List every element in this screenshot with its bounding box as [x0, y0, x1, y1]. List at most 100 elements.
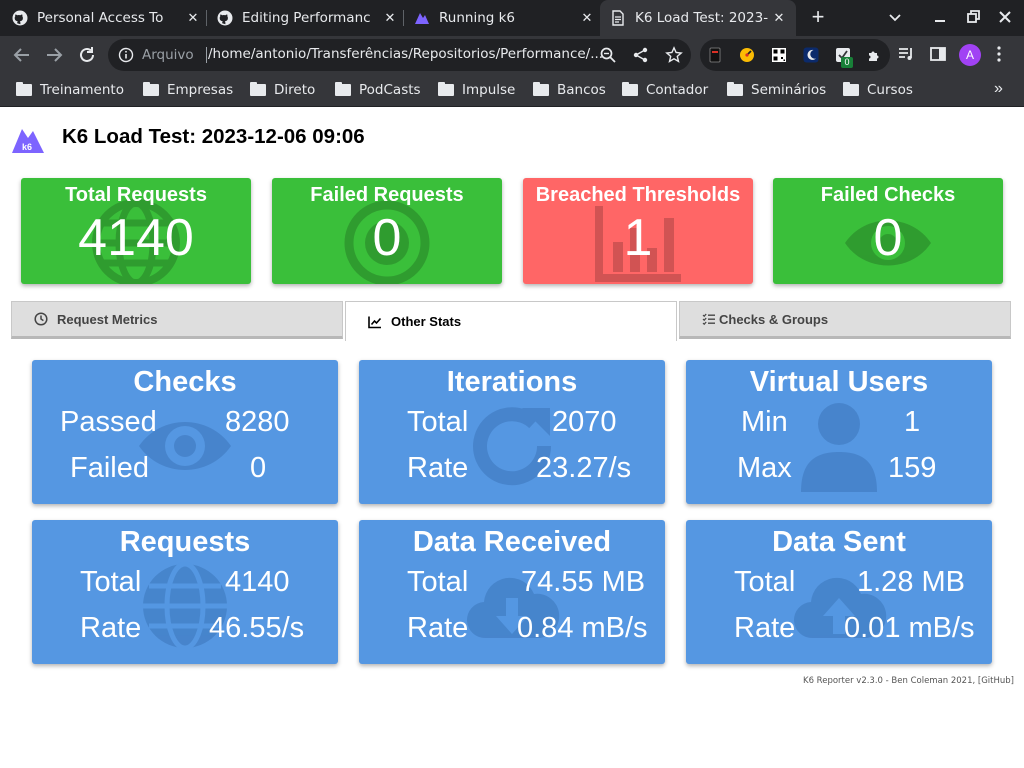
- pdf-extension-icon[interactable]: [707, 47, 723, 63]
- bookmark-folder[interactable]: Treinamento: [16, 81, 124, 99]
- share-icon[interactable]: [632, 46, 650, 64]
- media-queue-icon[interactable]: [897, 45, 915, 63]
- row-label: Total: [734, 566, 796, 598]
- bookmarks-overflow-icon[interactable]: »: [994, 80, 1003, 98]
- bookmark-folder[interactable]: Bancos: [533, 81, 606, 99]
- tab-title: Running k6: [439, 10, 516, 26]
- more-vert-icon[interactable]: [996, 45, 1002, 63]
- reload-icon[interactable]: [76, 44, 98, 66]
- folder-icon: [533, 82, 549, 96]
- tab-checks-groups[interactable]: Checks & Groups: [679, 301, 1011, 339]
- user-icon: [801, 403, 877, 492]
- bookmark-folder[interactable]: Seminários: [727, 81, 826, 99]
- stat-value: 4140: [78, 209, 194, 267]
- row-value: 159: [888, 452, 937, 484]
- row-value: 1.28 MB: [857, 566, 965, 598]
- bookmark-label: Bancos: [557, 82, 606, 98]
- tab-separator: [403, 10, 404, 26]
- row-value: 0: [250, 452, 267, 484]
- row-value: 4140: [225, 566, 290, 598]
- close-icon[interactable]: ✕: [770, 10, 788, 26]
- browser-tab[interactable]: Personal Access To ✕: [12, 0, 202, 36]
- browser-toolbar: Arquivo /home/antonio/Transferências/Rep…: [0, 36, 1024, 74]
- card-title: Data Sent: [772, 526, 906, 558]
- github-icon: [12, 10, 28, 26]
- stat-label: Total Requests: [65, 184, 207, 206]
- speedometer-extension-icon[interactable]: [739, 47, 755, 63]
- bookmark-folder[interactable]: Cursos: [843, 81, 913, 99]
- bookmark-folder[interactable]: Direto: [250, 81, 315, 99]
- tab-label: Other Stats: [391, 314, 462, 329]
- github-icon: [217, 10, 233, 26]
- folder-icon: [143, 82, 159, 96]
- row-value: 0.01 mB/s: [844, 612, 975, 644]
- bookmarks-bar: Treinamento Empresas Direto PodCasts Imp…: [0, 74, 1024, 107]
- stat-value: 0: [873, 209, 903, 267]
- row-label: Passed: [60, 406, 157, 438]
- breached-thresholds-box: Breached Thresholds 1: [523, 178, 753, 284]
- failed-checks-box: Failed Checks 0: [773, 178, 1003, 284]
- bookmark-folder[interactable]: Contador: [622, 81, 708, 99]
- extensions-group: 0: [700, 39, 890, 71]
- side-panel-icon[interactable]: [929, 45, 947, 63]
- browser-tab[interactable]: Running k6 ✕: [414, 0, 596, 36]
- tasks-icon: [702, 313, 715, 326]
- card-title: Virtual Users: [749, 366, 929, 398]
- row-value: 23.27/s: [536, 452, 632, 484]
- tab-separator: [206, 10, 207, 26]
- puzzle-icon[interactable]: [866, 47, 882, 63]
- bookmark-folder[interactable]: Empresas: [143, 81, 233, 99]
- close-icon[interactable]: ✕: [184, 10, 202, 26]
- close-icon[interactable]: ✕: [578, 10, 596, 26]
- browser-tab[interactable]: Editing Performanc ✕: [217, 0, 399, 36]
- row-value: 8280: [225, 406, 290, 438]
- bookmark-label: PodCasts: [359, 82, 421, 98]
- row-label: Failed: [70, 452, 149, 484]
- bookmark-folder[interactable]: PodCasts: [335, 81, 421, 99]
- zoom-icon[interactable]: [599, 46, 617, 64]
- card-title: Data Received: [412, 526, 612, 558]
- iterations-card: Iterations Total 2070 Rate 23.27/s: [359, 360, 665, 504]
- address-bar[interactable]: Arquivo /home/antonio/Transferências/Rep…: [108, 39, 691, 71]
- page-title: K6 Load Test: 2023-12-06 09:06: [62, 125, 365, 148]
- moon-extension-icon[interactable]: [803, 47, 819, 63]
- profile-avatar[interactable]: A: [959, 44, 981, 66]
- minimize-icon[interactable]: [929, 6, 951, 28]
- forward-arrow-icon[interactable]: [43, 44, 65, 66]
- card-title: Iterations: [446, 366, 578, 398]
- bookmark-label: Contador: [646, 82, 709, 98]
- stat-label: Failed Checks: [820, 184, 956, 206]
- back-arrow-icon[interactable]: [11, 44, 33, 66]
- extension-badge: 0: [841, 57, 853, 68]
- stat-value: 1: [623, 209, 653, 267]
- close-window-icon[interactable]: [994, 6, 1016, 28]
- row-label: Rate: [407, 452, 469, 484]
- tab-request-metrics[interactable]: Request Metrics: [11, 301, 343, 339]
- row-label: Total: [80, 566, 142, 598]
- tab-label: Request Metrics: [57, 311, 158, 327]
- folder-icon: [250, 82, 266, 96]
- restore-icon[interactable]: [962, 6, 984, 28]
- k6-icon: [415, 13, 429, 24]
- tab-title: Editing Performanc: [242, 10, 371, 26]
- folder-icon: [438, 82, 454, 96]
- report-page: k6 K6 Load Test: 2023-12-06 09:06 Total …: [0, 108, 1024, 768]
- star-icon[interactable]: [665, 46, 683, 64]
- total-requests-box: Total Requests 4140: [21, 178, 251, 284]
- qr-code-extension-icon[interactable]: [771, 47, 787, 63]
- close-icon[interactable]: ✕: [381, 10, 399, 26]
- folder-icon: [727, 82, 743, 96]
- row-label: Total: [407, 566, 469, 598]
- tab-title: K6 Load Test: 2023-: [635, 10, 769, 26]
- bookmark-folder[interactable]: Impulse: [438, 81, 515, 99]
- chevron-down-icon[interactable]: [884, 6, 906, 28]
- browser-tab-active[interactable]: K6 Load Test: 2023- ✕: [600, 0, 796, 36]
- new-tab-button[interactable]: +: [806, 4, 830, 30]
- failed-requests-box: Failed Requests 0: [272, 178, 502, 284]
- row-value: 74.55 MB: [521, 566, 646, 598]
- info-icon[interactable]: [118, 47, 134, 63]
- address-url[interactable]: /home/antonio/Transferências/Repositorio…: [208, 46, 603, 62]
- document-icon: [612, 10, 624, 26]
- stat-value: 0: [372, 209, 402, 267]
- tab-other-stats[interactable]: Other Stats: [345, 301, 677, 341]
